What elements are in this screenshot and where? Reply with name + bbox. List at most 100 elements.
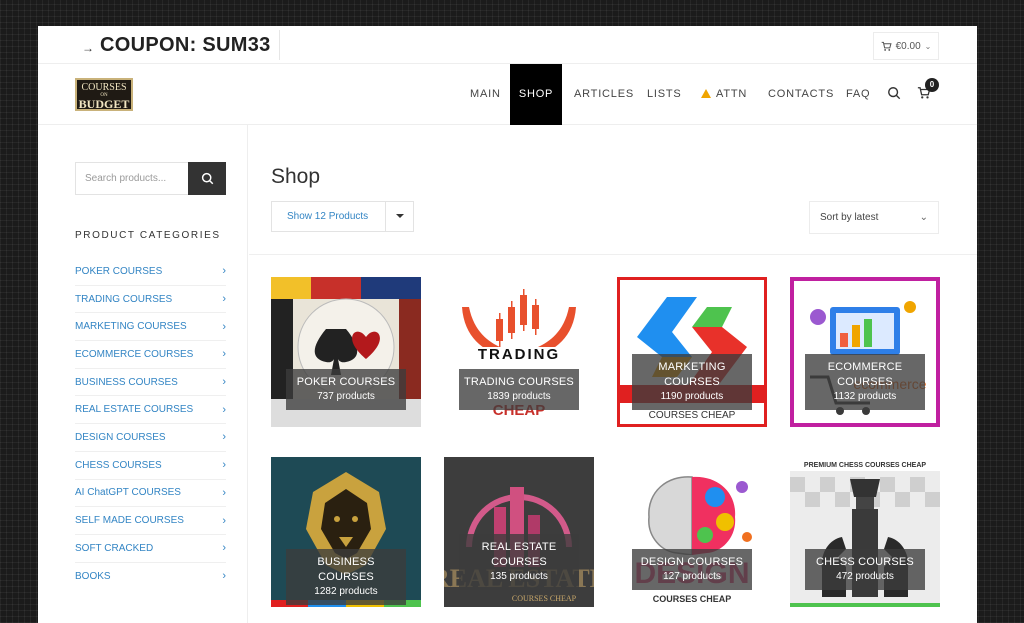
svg-text:TRADING: TRADING: [478, 346, 560, 363]
category-item[interactable]: MARKETING COURSES ›: [75, 313, 226, 342]
chevron-right-icon: ›: [222, 320, 226, 333]
show-count-value: Show 12 Products: [287, 211, 369, 222]
chevron-right-icon: ›: [222, 459, 226, 472]
category-list: POKER COURSES › TRADING COURSES › MARKETIN…: [75, 258, 226, 590]
product-category-card[interactable]: ecommerce ECOMMERCE COURSES 1132 product…: [790, 277, 940, 427]
category-label: SELF MADE COURSES: [75, 515, 184, 527]
product-category-card[interactable]: REAL ESTATE COURSES CHEAP REAL ESTATE CO…: [444, 457, 594, 607]
chevron-down-icon: ⌄: [919, 212, 928, 223]
product-category-card[interactable]: DESIGN COURSES CHEAP DESIGN COURSES 127 …: [617, 457, 767, 607]
category-item[interactable]: AI ChatGPT COURSES ›: [75, 480, 226, 508]
chevron-down-icon: [385, 202, 413, 231]
main-nav: MAIN SHOP ARTICLES LISTS ATTN CONTACTS F…: [38, 64, 977, 125]
nav-item-faq[interactable]: FAQ: [846, 64, 870, 125]
category-count: 472 products: [836, 571, 894, 582]
product-category-card[interactable]: POKER COURSES 737 products: [271, 277, 421, 427]
category-label: MARKETING COURSES: [75, 321, 187, 333]
mini-cart-button[interactable]: €0.00 ⌄: [873, 32, 939, 60]
category-name: MARKETING COURSES: [658, 361, 726, 388]
category-item[interactable]: SOFT CRACKED ›: [75, 535, 226, 563]
category-item[interactable]: ECOMMERCE COURSES ›: [75, 341, 226, 369]
show-count-select[interactable]: Show 12 Products: [271, 201, 414, 232]
category-item[interactable]: BOOKS ›: [75, 563, 226, 591]
nav-item-main[interactable]: MAIN: [470, 64, 501, 125]
product-category-label: BUSINESS COURSES 1282 products: [286, 549, 406, 605]
category-label: AI ChatGPT COURSES: [75, 487, 181, 499]
search-icon[interactable]: [887, 86, 901, 100]
chevron-right-icon: ›: [222, 542, 226, 555]
product-category-label: ECOMMERCE COURSES 1132 products: [805, 354, 925, 410]
category-item[interactable]: REAL ESTATE COURSES ›: [75, 396, 226, 425]
category-label: TRADING COURSES: [75, 293, 173, 305]
category-item[interactable]: TRADING COURSES ›: [75, 286, 226, 314]
product-category-card[interactable]: PREMIUM CHESS COURSES CHEAP CHESS COURSE…: [790, 457, 940, 607]
category-item[interactable]: BUSINESS COURSES ›: [75, 369, 226, 397]
product-category-card[interactable]: TRADING CHEAP TRADING COURSES 1839 produ…: [444, 277, 594, 427]
category-label: REAL ESTATE COURSES: [75, 404, 194, 416]
main-header: COURSES ON BUDGET MAIN SHOP ARTICLES LIS…: [38, 64, 977, 125]
nav-item-attn[interactable]: ATTN: [701, 64, 747, 125]
search-button[interactable]: [188, 162, 226, 195]
chevron-right-icon: ›: [222, 514, 226, 527]
chevron-down-icon: ⌄: [924, 41, 932, 51]
svg-text:COURSES CHEAP: COURSES CHEAP: [649, 410, 736, 421]
category-label: SOFT CRACKED: [75, 542, 154, 554]
product-category-card[interactable]: COURSES CHEAP MARKETING COURSES 1190 pro…: [617, 277, 767, 427]
svg-text:PREMIUM CHESS COURSES CHEAP: PREMIUM CHESS COURSES CHEAP: [804, 462, 926, 469]
category-name: POKER COURSES: [296, 376, 396, 388]
sort-value: Sort by latest: [820, 212, 879, 223]
category-label: CHESS COURSES: [75, 459, 162, 471]
cart-total: €0.00: [895, 40, 921, 52]
nav-item-contacts[interactable]: CONTACTS: [768, 64, 834, 125]
chevron-right-icon: ›: [222, 403, 226, 416]
page-title: Shop: [271, 165, 321, 188]
category-label: ECOMMERCE COURSES: [75, 348, 194, 360]
sort-select[interactable]: Sort by latest ⌄: [809, 201, 939, 234]
product-category-card[interactable]: BUSINESS COURSES 1282 products: [271, 457, 421, 607]
category-item[interactable]: SELF MADE COURSES ›: [75, 507, 226, 535]
product-category-label: CHESS COURSES 472 products: [805, 549, 925, 590]
category-name: DESIGN COURSES: [640, 556, 744, 568]
chevron-right-icon: ›: [222, 348, 226, 361]
category-name: CHESS COURSES: [816, 556, 914, 568]
product-category-label: REAL ESTATE COURSES 135 products: [459, 534, 579, 590]
chevron-right-icon: ›: [222, 293, 226, 306]
warning-icon: [701, 89, 711, 98]
category-label: BOOKS: [75, 570, 111, 582]
category-item[interactable]: CHESS COURSES ›: [75, 452, 226, 480]
category-name: TRADING COURSES: [464, 376, 574, 388]
categories-title: PRODUCT CATEGORIES: [75, 230, 221, 241]
nav-item-lists[interactable]: LISTS: [647, 64, 682, 125]
chevron-right-icon: ›: [222, 570, 226, 583]
category-count: 1190 products: [660, 391, 724, 402]
category-count: 1839 products: [487, 391, 551, 402]
product-category-label: DESIGN COURSES 127 products: [632, 549, 752, 590]
category-count: 1282 products: [314, 586, 378, 597]
nav-item-articles[interactable]: ARTICLES: [574, 64, 634, 125]
category-count: 737 products: [317, 391, 375, 402]
chevron-right-icon: ›: [222, 486, 226, 499]
nav-item-attn-label: ATTN: [716, 88, 748, 100]
svg-text:COURSES CHEAP: COURSES CHEAP: [653, 594, 732, 604]
product-category-label: MARKETING COURSES 1190 products: [632, 354, 752, 410]
category-item[interactable]: DESIGN COURSES ›: [75, 424, 226, 452]
nav-item-shop[interactable]: SHOP: [510, 64, 562, 125]
chevron-right-icon: ›: [222, 265, 226, 278]
category-count: 127 products: [663, 571, 721, 582]
chevron-right-icon: ›: [222, 431, 226, 444]
page: → COUPON: SUM33 €0.00 ⌄ COURSES ON BUDGE…: [38, 26, 977, 623]
shop-main: Shop Show 12 Products Sort by latest ⌄ P…: [249, 125, 977, 623]
category-label: BUSINESS COURSES: [75, 376, 178, 388]
coupon-banner: → COUPON: SUM33: [82, 30, 280, 60]
category-name: REAL ESTATE COURSES: [481, 541, 557, 568]
category-count: 135 products: [490, 571, 548, 582]
category-count: 1132 products: [833, 391, 897, 402]
divider: [249, 254, 977, 255]
sidebar: PRODUCT CATEGORIES POKER COURSES › TRADIN…: [38, 125, 248, 623]
coupon-text: COUPON: SUM33: [100, 33, 271, 56]
product-category-label: POKER COURSES 737 products: [286, 369, 406, 410]
search-icon: [201, 172, 213, 185]
category-label: POKER COURSES: [75, 265, 163, 277]
category-item[interactable]: POKER COURSES ›: [75, 258, 226, 286]
category-name: BUSINESS COURSES: [317, 556, 375, 583]
